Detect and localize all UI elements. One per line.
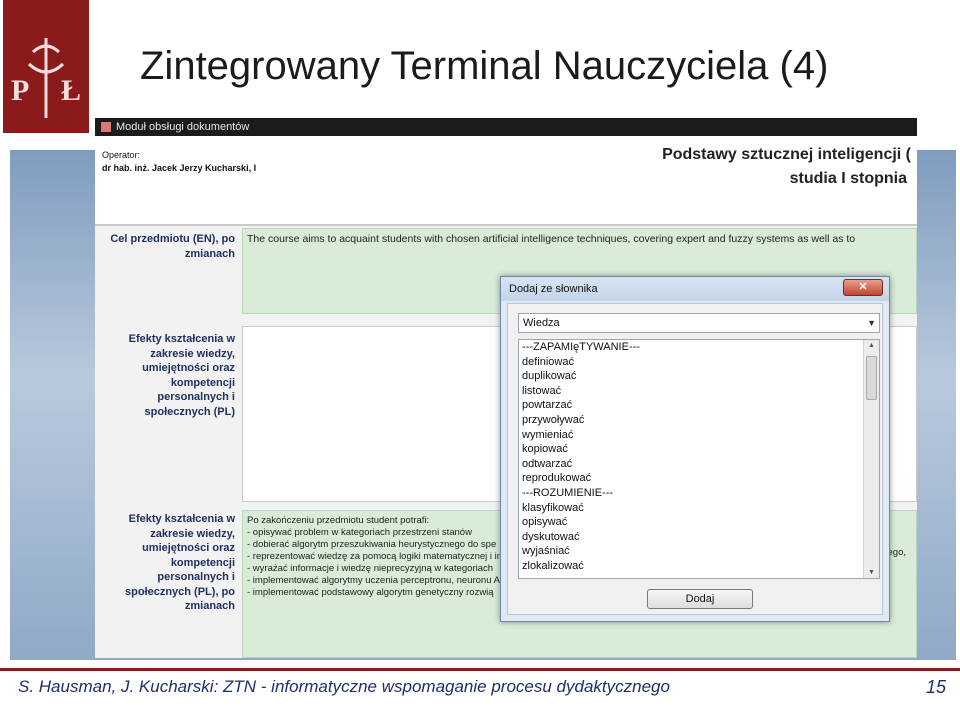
- logo-letter-p: P: [11, 74, 29, 107]
- goal-label: Cel przedmiotu (EN), po zmianach: [110, 233, 235, 260]
- operator-name: dr hab. inż. Jacek Jerzy Kucharski, I: [102, 163, 257, 173]
- window-title: Moduł obsługi dokumentów: [116, 121, 250, 133]
- dictionary-dialog: Dodaj ze słownika ✕ Wiedza ▼ ---ZAPAMIęT…: [500, 276, 890, 622]
- footer-credits: S. Hausman, J. Kucharski: ZTN - informat…: [18, 677, 670, 696]
- scrollbar-thumb[interactable]: [866, 356, 877, 400]
- goal-value: The course aims to acquaint students wit…: [247, 233, 856, 245]
- list-item[interactable]: wyjaśniać: [519, 544, 879, 559]
- list-item[interactable]: ---ZAPAMIęTYWANIE---: [519, 340, 879, 355]
- scroll-down-icon[interactable]: ▼: [868, 569, 875, 576]
- category-select-value: Wiedza: [523, 317, 560, 329]
- list-item[interactable]: powtarzać: [519, 398, 879, 413]
- university-emblem-icon: P Ł: [3, 0, 89, 133]
- course-level: studia I stopnia: [789, 170, 907, 187]
- list-item[interactable]: wymieniać: [519, 428, 879, 443]
- dictionary-list[interactable]: ---ZAPAMIęTYWANIE--- definiować duplikow…: [518, 339, 880, 579]
- document-header: Operator: dr hab. inż. Jacek Jerzy Kucha…: [95, 136, 917, 226]
- footer-divider: [0, 668, 960, 671]
- list-item[interactable]: kopiować: [519, 442, 879, 457]
- list-item[interactable]: odtwarzać: [519, 457, 879, 472]
- university-logo: P Ł: [3, 0, 89, 133]
- list-item[interactable]: definiować: [519, 355, 879, 370]
- outcome-line-fragment: ego,: [887, 547, 907, 558]
- course-title: Podstawy sztucznej inteligencji (: [662, 146, 911, 163]
- category-select[interactable]: Wiedza ▼: [518, 313, 880, 333]
- list-item[interactable]: duplikować: [519, 369, 879, 384]
- logo-letter-l: Ł: [61, 74, 81, 107]
- list-item[interactable]: reprodukować: [519, 471, 879, 486]
- list-item[interactable]: zlokalizować: [519, 559, 879, 574]
- outcomes-label: Efekty kształcenia w zakresie wiedzy, um…: [128, 333, 235, 418]
- chevron-down-icon: ▼: [867, 318, 876, 328]
- dialog-title: Dodaj ze słownika: [501, 277, 889, 301]
- list-scrollbar[interactable]: ▲ ▼: [863, 340, 879, 578]
- dialog-body: Wiedza ▼ ---ZAPAMIęTYWANIE--- definiować…: [507, 303, 883, 615]
- add-button[interactable]: Dodaj: [647, 589, 753, 609]
- window-titlebar: Moduł obsługi dokumentów: [95, 118, 917, 136]
- list-item[interactable]: dyskutować: [519, 530, 879, 545]
- slide: P Ł Zintegrowany Terminal Nauczyciela (4…: [0, 0, 960, 715]
- operator-label: Operator:: [102, 150, 141, 160]
- outcomes-changed-label: Efekty kształcenia w zakresie wiedzy, um…: [124, 513, 235, 612]
- slide-title: Zintegrowany Terminal Nauczyciela (4): [140, 44, 829, 88]
- list-item[interactable]: opisywać: [519, 515, 879, 530]
- scroll-up-icon[interactable]: ▲: [868, 342, 875, 349]
- page-number: 15: [926, 677, 947, 697]
- list-item[interactable]: klasyfikować: [519, 501, 879, 516]
- list-item[interactable]: przywoływać: [519, 413, 879, 428]
- close-icon: ✕: [858, 281, 868, 293]
- close-button[interactable]: ✕: [843, 279, 883, 296]
- list-item[interactable]: ---ROZUMIENIE---: [519, 486, 879, 501]
- list-item[interactable]: listować: [519, 384, 879, 399]
- app-icon: [101, 122, 111, 132]
